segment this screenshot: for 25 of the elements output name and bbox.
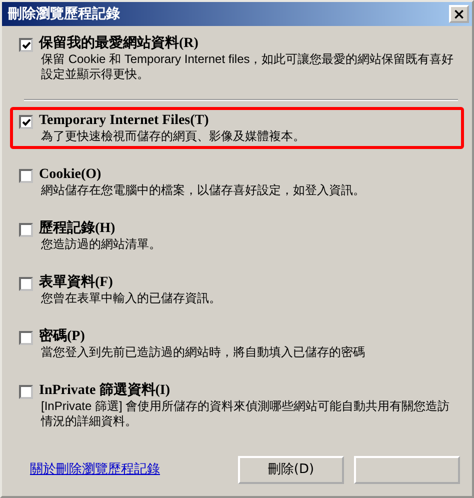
option-description: 網站儲存在您電腦中的檔案，以儲存喜好設定，如登入資訊。 [40,183,365,198]
checkbox[interactable] [19,223,33,237]
option-description: 為了更快速檢視而儲存的網頁、影像及媒體複本。 [40,129,305,144]
close-button[interactable]: × [449,5,469,23]
option-label[interactable]: Temporary Internet Files(T) [39,113,305,129]
checkbox[interactable] [19,38,33,52]
help-link[interactable]: 關於刪除瀏覽歷程記錄 [30,460,160,480]
option-description: [InPrivate 篩選] 會使用所儲存的資料來偵測哪些網站可能自動共用有關您造訪情況的詳細資料。 [40,399,451,429]
checkbox[interactable] [19,331,33,345]
option-label[interactable]: InPrivate 篩選資料(I) [39,383,455,399]
checkbox[interactable] [19,385,33,399]
checkbox[interactable] [19,169,33,183]
window-title: 刪除瀏覽歷程記錄 [8,4,120,24]
delete-button[interactable]: 刪除(D) [238,456,344,484]
option-description: 您造訪過的網站清單。 [40,237,161,252]
checkbox[interactable] [19,115,33,129]
option-description: 保留 Cookie 和 Temporary Internet files，如此可讓您最愛的網站保留既有喜好設定並顯示得更快。 [40,52,455,82]
option-label[interactable]: Cookie(O) [39,167,365,183]
option-description: 當您登入到先前已造訪過的網站時，將自動填入已儲存的密碼 [40,345,365,360]
option-label[interactable]: 歷程記錄(H) [39,221,161,237]
checkbox[interactable] [19,277,33,291]
option-description: 您曾在表單中輸入的已儲存資訊。 [40,291,221,306]
option-label[interactable]: 表單資料(F) [39,275,221,291]
option-label[interactable]: 密碼(P) [39,329,365,345]
option-label[interactable]: 保留我的最愛網站資料(R) [39,36,455,52]
